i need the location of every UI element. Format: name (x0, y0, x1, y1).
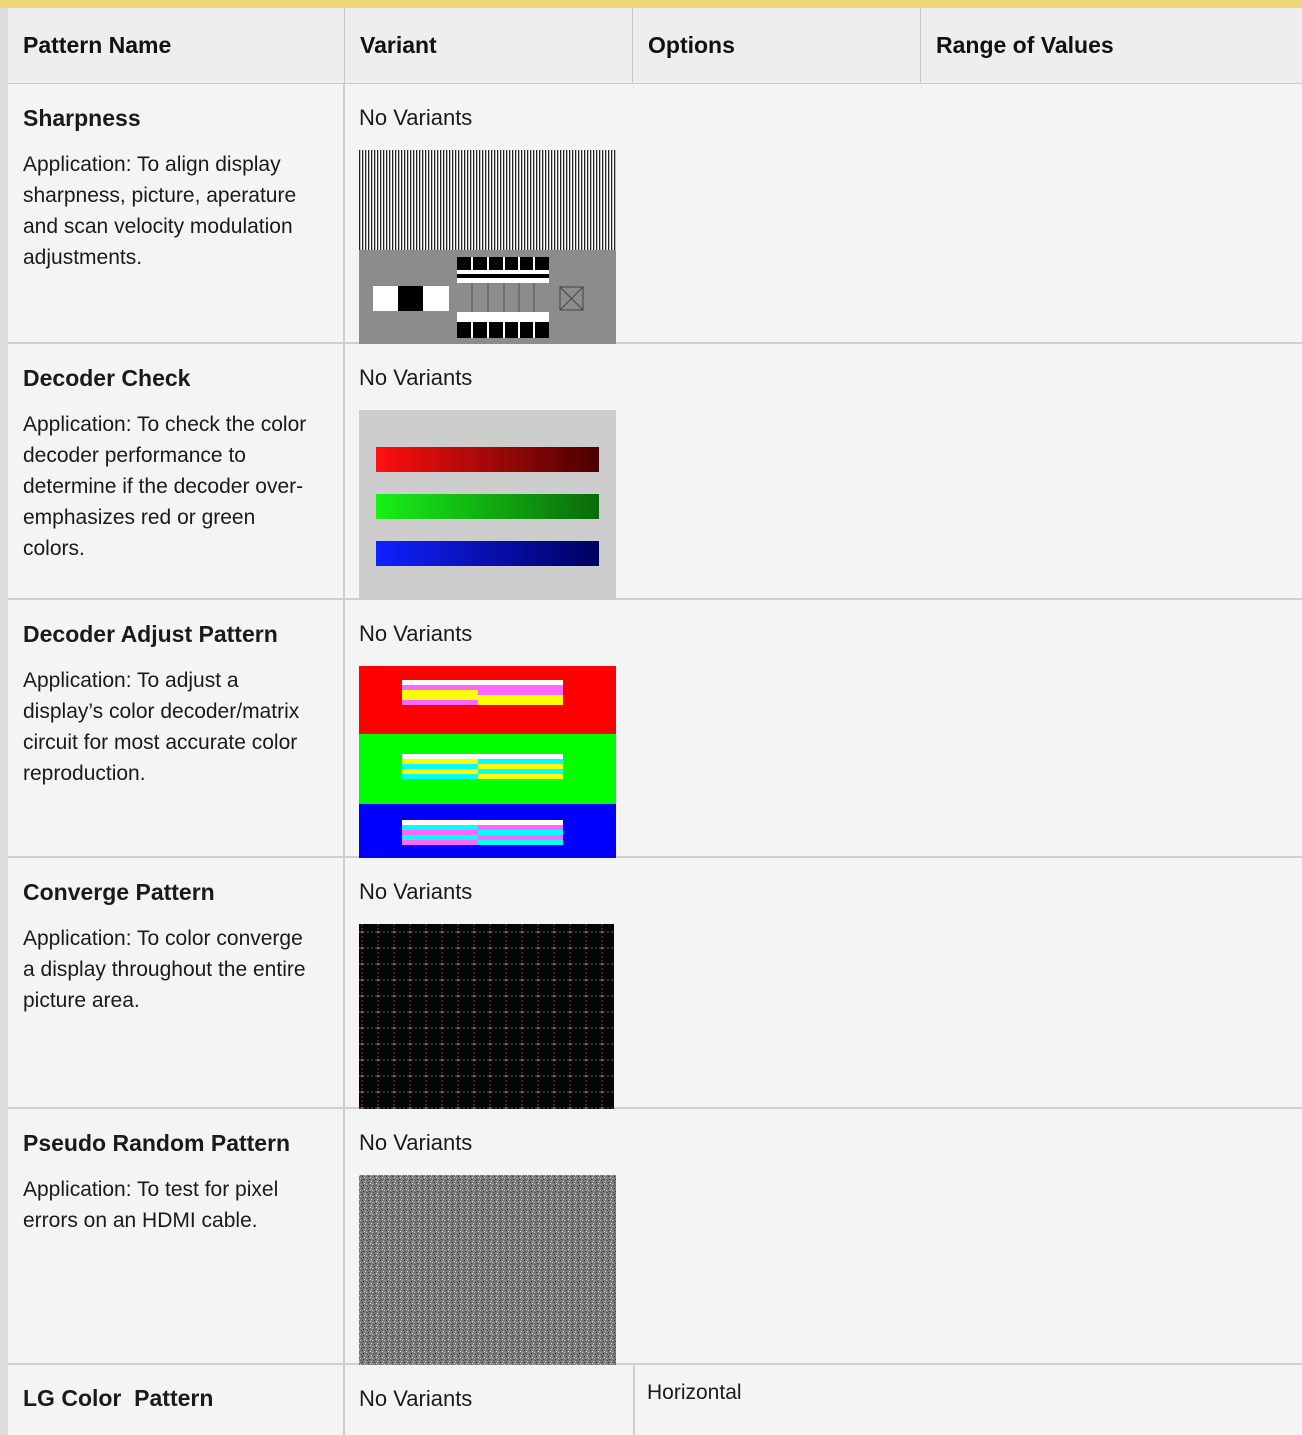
table-row-pseudo-random: Pseudo Random Pattern Application: To te… (8, 1109, 1302, 1367)
pattern-name-cell: Decoder Adjust Pattern Application: To a… (8, 600, 345, 856)
variant-text: No Variants (359, 879, 473, 904)
variant-text: No Variants (359, 1386, 473, 1411)
pattern-application: Application: To color converge a display… (23, 927, 306, 1012)
header-range-of-values: Range of Values (921, 8, 1302, 84)
variant-cell: No Variants Horizontal (345, 1365, 1302, 1435)
table-left-border (0, 8, 8, 1435)
header-pattern-name: Pattern Name (8, 8, 345, 84)
variant-text: No Variants (359, 1130, 473, 1155)
decoder-adjust-pattern-image (359, 666, 616, 860)
pattern-name-cell: LG Color Pattern (8, 1365, 345, 1435)
variant-text: No Variants (359, 365, 473, 390)
variant-cell: No Variants (345, 84, 1302, 344)
variant-text: No Variants (359, 105, 473, 130)
pattern-application: Application: To test for pixel errors on… (23, 1178, 279, 1232)
column-divider (633, 1365, 635, 1435)
header-label: Pattern Name (23, 32, 172, 58)
pattern-application: Application: To check the color decoder … (23, 413, 307, 560)
table-row-converge: Converge Pattern Application: To color c… (8, 858, 1302, 1109)
pattern-name: Converge Pattern (23, 879, 215, 905)
option-text: Horizontal (647, 1381, 742, 1404)
variant-cell: No Variants (345, 858, 1302, 1109)
variant-text: No Variants (359, 621, 473, 646)
header-options: Options (633, 8, 921, 84)
pattern-name: Decoder Check (23, 365, 191, 391)
pattern-name: Sharpness (23, 105, 141, 131)
pattern-name: Pseudo Random Pattern (23, 1130, 291, 1156)
sharpness-pattern-image (359, 150, 616, 344)
pattern-name-cell: Converge Pattern Application: To color c… (8, 858, 345, 1107)
top-accent-bar (0, 0, 1302, 8)
pattern-name: Decoder Adjust Pattern (23, 621, 278, 647)
table-row-lg-color: LG Color Pattern No Variants Horizontal (8, 1365, 1302, 1435)
table-row-sharpness: Sharpness Application: To align display … (8, 84, 1302, 344)
table-row-decoder-check: Decoder Check Application: To check the … (8, 344, 1302, 602)
header-label: Range of Values (936, 32, 1114, 58)
header-label: Variant (360, 32, 437, 58)
pattern-name-cell: Decoder Check Application: To check the … (8, 344, 345, 598)
variant-cell: No Variants (345, 600, 1302, 860)
converge-pattern-image (359, 924, 614, 1109)
pseudo-random-pattern-image (359, 1175, 616, 1367)
variant-cell: No Variants (345, 344, 1302, 602)
decoder-check-pattern-image (359, 410, 616, 602)
pattern-name-cell: Sharpness Application: To align display … (8, 84, 345, 342)
pattern-name: LG Color Pattern (23, 1385, 214, 1411)
pattern-name-cell: Pseudo Random Pattern Application: To te… (8, 1109, 345, 1363)
header-variant: Variant (345, 8, 633, 84)
variant-cell: No Variants (345, 1109, 1302, 1367)
table-row-decoder-adjust: Decoder Adjust Pattern Application: To a… (8, 600, 1302, 860)
pattern-application: Application: To adjust a display’s color… (23, 669, 300, 785)
pattern-application: Application: To align display sharpness,… (23, 153, 297, 269)
header-label: Options (648, 32, 735, 58)
